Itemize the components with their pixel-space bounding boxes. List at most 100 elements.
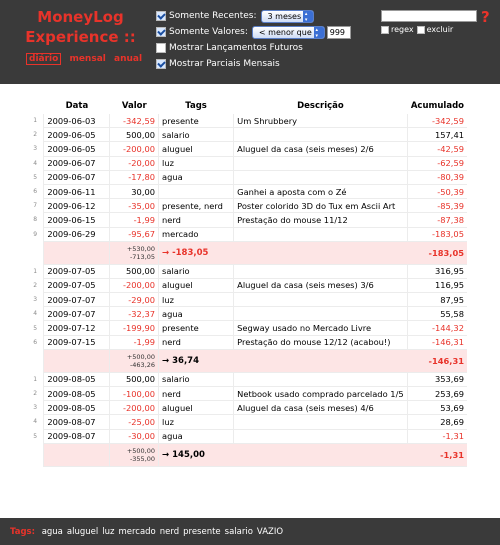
summary-total: → 145,00 — [158, 443, 408, 467]
table-row[interactable]: 6 2009-06-11 30,00 Ganhei a aposta com o Zé… — [27, 184, 467, 200]
recent-select[interactable]: 3 meses — [260, 9, 315, 23]
tag-link-vazio[interactable]: VAZIO — [257, 527, 283, 537]
tag-link-nerd[interactable]: nerd — [160, 527, 179, 537]
summary-plus: +530,00 — [126, 244, 156, 253]
search-input[interactable] — [381, 10, 477, 22]
cell-date: 2009-07-07 — [43, 292, 110, 308]
row-number: 6 — [33, 188, 38, 196]
regex-checkbox[interactable] — [381, 25, 389, 34]
cell-description: Um Shrubbery — [233, 114, 408, 129]
table-row[interactable]: 1 2009-08-05 500,00 salario 353,69 — [27, 372, 467, 388]
table-row[interactable]: 3 2009-08-05 -200,00 aluguel Aluguel da casa… — [27, 400, 467, 416]
tag-link-aluguel[interactable]: aluguel — [67, 527, 98, 537]
cell-accumulated: 353,69 — [407, 372, 467, 388]
table-row[interactable]: 1 2009-06-03 -342,59 presente Um Shrubbery -3… — [27, 114, 467, 129]
values-number-input[interactable]: 999 — [326, 25, 351, 39]
summary-minus: -463,26 — [129, 360, 156, 369]
table-row[interactable]: 2 2009-08-05 -100,00 nerd Netbook usado comp… — [27, 386, 467, 402]
table-row[interactable]: 7 2009-06-12 -35,00 presente, nerd Poster co… — [27, 198, 467, 214]
summary-plus-minus: +500,00 -463,26 — [109, 349, 160, 373]
tag-link-mercado[interactable]: mercado — [118, 527, 155, 537]
cell-tags: salario — [158, 127, 234, 143]
cell-value: -30,00 — [109, 429, 160, 444]
table-header-row: Data Valor Tags Descrição Acumulado — [27, 98, 467, 114]
tab-diario[interactable]: diário — [26, 53, 62, 65]
summary-minus: -713,05 — [129, 252, 156, 261]
cell-description: Prestação do mouse 11/12 — [233, 212, 408, 228]
cell-accumulated: -342,59 — [407, 114, 467, 129]
summary-total: → 36,74 — [158, 349, 408, 373]
cell-accumulated: -1,31 — [407, 429, 467, 444]
transactions-table: Data Valor Tags Descrição Acumulado 1 200… — [27, 98, 467, 467]
search-area: regex excluir — [381, 10, 477, 34]
cell-value: -25,00 — [109, 414, 160, 430]
summary-accumulated: -183,05 — [407, 241, 467, 265]
tag-link-luz[interactable]: luz — [102, 527, 114, 537]
summary-date-spacer — [43, 443, 110, 467]
exclude-checkbox[interactable] — [416, 25, 425, 34]
cell-description: Ganhei a aposta com o Zé — [233, 184, 408, 200]
table-row[interactable]: 5 2009-07-12 -199,90 presente Segway usado n… — [27, 320, 467, 336]
tab-mensal[interactable]: mensal — [69, 54, 105, 64]
cell-accumulated: -42,59 — [407, 141, 467, 157]
table-row[interactable]: 2 2009-06-05 500,00 salario 157,41 — [27, 127, 467, 143]
cell-date: 2009-07-05 — [43, 264, 110, 279]
help-button[interactable]: ? — [481, 8, 490, 26]
app-logo[interactable]: MoneyLog Experience :: — [18, 7, 143, 47]
table-row[interactable]: 3 2009-07-07 -29,00 luz 87,95 — [27, 292, 467, 308]
table-row[interactable]: 5 2009-06-07 -17,80 agua -80,39 — [27, 170, 467, 185]
cell-description: Segway usado no Mercado Livre — [233, 320, 408, 336]
row-number: 6 — [33, 338, 38, 346]
cell-tags: salario — [158, 372, 234, 388]
row-number: 5 — [33, 324, 38, 332]
cell-value: -342,59 — [109, 114, 160, 129]
cell-accumulated: 157,41 — [407, 127, 467, 143]
cell-date: 2009-06-05 — [43, 127, 110, 143]
partial-checkbox[interactable] — [156, 59, 166, 69]
table-row[interactable]: 3 2009-06-05 -200,00 aluguel Aluguel da casa… — [27, 141, 467, 157]
cell-value: -100,00 — [109, 386, 160, 402]
recent-checkbox[interactable] — [156, 11, 166, 21]
cell-description — [233, 127, 408, 143]
cell-date: 2009-07-15 — [43, 335, 110, 350]
cell-value: -199,90 — [109, 320, 160, 336]
logo-line2: Experience :: — [25, 28, 136, 46]
table-row[interactable]: 4 2009-07-07 -32,37 agua 55,58 — [27, 306, 467, 322]
tag-link-agua[interactable]: agua — [42, 527, 63, 537]
table-row[interactable]: 4 2009-08-07 -25,00 luz 28,69 — [27, 414, 467, 430]
cell-date: 2009-08-05 — [43, 372, 110, 388]
tab-anual[interactable]: anual — [114, 54, 142, 64]
summary-date-spacer — [43, 241, 110, 265]
summary-plus-minus: +500,00 -355,00 — [109, 443, 160, 467]
values-operator-select[interactable]: < menor que — [251, 25, 325, 39]
table-row[interactable]: 6 2009-07-15 -1,99 nerd Prestação do mouse 1… — [27, 335, 467, 350]
cell-date: 2009-06-03 — [43, 114, 110, 129]
row-number: 2 — [33, 281, 38, 289]
cell-value: -29,00 — [109, 292, 160, 308]
cell-accumulated: 87,95 — [407, 292, 467, 308]
cell-description — [233, 306, 408, 322]
cell-accumulated: 28,69 — [407, 414, 467, 430]
future-checkbox[interactable] — [156, 43, 166, 53]
row-number: 7 — [33, 202, 38, 210]
cell-date: 2009-06-05 — [43, 141, 110, 157]
table-row[interactable]: 8 2009-06-15 -1,99 nerd Prestação do mouse 1… — [27, 212, 467, 228]
cell-description: Aluguel da casa (seis meses) 4/6 — [233, 400, 408, 416]
tag-link-presente[interactable]: presente — [183, 527, 221, 537]
cell-date: 2009-07-05 — [43, 278, 110, 294]
row-number: 8 — [33, 216, 38, 224]
table-row[interactable]: 1 2009-07-05 500,00 salario 316,95 — [27, 264, 467, 279]
table-row[interactable]: 2 2009-07-05 -200,00 aluguel Aluguel da casa… — [27, 278, 467, 294]
table-row[interactable]: 5 2009-08-07 -30,00 agua -1,31 — [27, 429, 467, 444]
cell-description: Poster colorido 3D do Tux em Ascii Art — [233, 198, 408, 214]
cell-tags: luz — [158, 292, 234, 308]
cell-accumulated: -144,32 — [407, 320, 467, 336]
tag-link-salario[interactable]: salario — [225, 527, 253, 537]
values-checkbox[interactable] — [156, 27, 166, 37]
cell-description — [233, 414, 408, 430]
cell-tags: agua — [158, 170, 234, 185]
row-number: 2 — [33, 390, 38, 398]
cell-tags: nerd — [158, 386, 234, 402]
table-row[interactable]: 9 2009-06-29 -95,67 mercado -183,05 — [27, 227, 467, 242]
table-row[interactable]: 4 2009-06-07 -20,00 luz -62,59 — [27, 156, 467, 171]
